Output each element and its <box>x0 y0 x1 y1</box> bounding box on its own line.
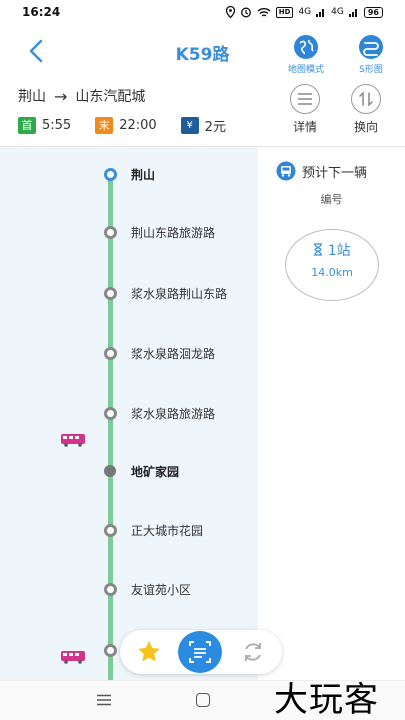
first-bus-tag: 首 <box>18 117 36 134</box>
floating-action-bar <box>120 630 282 674</box>
arrow-right-icon: → <box>54 86 68 106</box>
last-bus-value: 22:00 <box>119 118 157 133</box>
service-times: 首 5:55 末 22:00 ¥ 2元 <box>18 116 250 135</box>
reverse-button[interactable]: 换向 <box>341 84 391 135</box>
eta-stations-value: 1站 <box>327 243 351 259</box>
eta-circle: 1站 14.0km <box>285 229 379 301</box>
scan-icon <box>189 641 211 663</box>
stop-list[interactable]: 荆山 荆山东路旅游路 浆水泉路荆山东路 浆水泉路洄龙路 浆水泉路旅游路 地矿家园 <box>0 147 258 681</box>
status-bar: 16:24 HD 4G 4G 96 <box>0 0 405 26</box>
bus-icon[interactable] <box>60 650 86 664</box>
stop-name: 地矿家园 <box>131 465 180 479</box>
stop-dot <box>104 524 117 537</box>
bus-circle-icon <box>276 161 296 181</box>
route-to: 山东汽配城 <box>75 89 146 105</box>
star-icon <box>138 641 160 662</box>
first-bus-value: 5:55 <box>42 118 72 133</box>
eta-distance: 14.0km <box>311 266 353 279</box>
stop-item[interactable]: 荆山东路旅游路 <box>0 223 258 243</box>
signal-1-label: 4G <box>298 7 312 17</box>
stop-name: 荆山 <box>131 168 156 182</box>
detail-button[interactable]: 详情 <box>280 84 330 135</box>
eta-stations: 1站 <box>286 240 378 260</box>
stop-dot <box>104 583 117 596</box>
stop-dot <box>104 226 117 239</box>
map-mode-button[interactable]: 地图模式 <box>276 34 336 75</box>
signal-1-icon <box>316 9 325 17</box>
list-icon <box>290 84 320 114</box>
status-icons: HD 4G 4G 96 <box>225 5 383 19</box>
stop-dot <box>104 287 117 300</box>
route-line <box>108 169 113 681</box>
stop-name: 浆水泉路荆山东路 <box>131 287 228 301</box>
stop-dot <box>104 168 117 181</box>
stop-name: 荆山东路旅游路 <box>131 226 216 240</box>
last-bus-tag: 末 <box>95 117 114 134</box>
hourglass-icon <box>314 243 323 256</box>
hd-badge: HD <box>275 6 294 18</box>
next-bus-header: 预计下一辆 <box>276 161 367 181</box>
stop-list-area: 荆山 荆山东路旅游路 浆水泉路荆山东路 浆水泉路洄龙路 浆水泉路旅游路 地矿家园 <box>0 146 405 681</box>
next-bus-number-label: 编号 <box>320 193 343 206</box>
location-icon <box>225 6 235 18</box>
stop-name: 正大城市花园 <box>131 524 204 538</box>
alarm-icon <box>240 7 251 18</box>
status-time: 16:24 <box>22 5 61 19</box>
swap-icon <box>351 84 381 114</box>
map-mode-label: 地图模式 <box>287 65 324 75</box>
route-direction: 荆山 → 山东汽配城 <box>18 86 145 106</box>
fare: ¥ 2元 <box>180 116 226 135</box>
refresh-button[interactable] <box>240 639 266 665</box>
reverse-label: 换向 <box>353 120 378 134</box>
top-header: K59路 地图模式 S形图 <box>0 26 405 78</box>
fare-icon: ¥ <box>180 117 199 134</box>
stop-item[interactable]: 友谊苑小区 <box>0 580 258 600</box>
first-bus-time: 首 5:55 <box>18 117 71 134</box>
stop-name: 浆水泉路旅游路 <box>131 407 216 421</box>
scan-button[interactable] <box>178 631 222 673</box>
home-nav-button[interactable] <box>196 693 210 707</box>
stop-name: 浆水泉路洄龙路 <box>131 347 216 361</box>
watermark: 大玩客 <box>274 680 379 720</box>
menu-icon <box>97 694 111 706</box>
globe-icon <box>294 35 318 59</box>
next-bus-panel: 预计下一辆 编号 1站 14.0km <box>258 147 405 681</box>
stop-dot <box>104 407 117 420</box>
bus-icon[interactable] <box>60 433 86 447</box>
stop-dot <box>104 644 117 657</box>
s-map-label: S形图 <box>359 65 383 75</box>
fare-value: 2元 <box>204 120 226 135</box>
s-route-icon <box>359 35 383 59</box>
stop-name: 友谊苑小区 <box>131 583 192 597</box>
stop-item[interactable]: 荆山 <box>0 165 258 185</box>
menu-nav-button[interactable] <box>96 694 112 706</box>
signal-2-label: 4G <box>331 7 344 17</box>
stop-item[interactable]: 浆水泉路洄龙路 <box>0 344 258 364</box>
next-bus-title: 预计下一辆 <box>302 165 368 181</box>
wifi-icon <box>257 7 271 17</box>
s-map-button[interactable]: S形图 <box>341 34 401 75</box>
stop-dot <box>104 465 116 477</box>
last-bus-time: 末 22:00 <box>95 117 157 134</box>
stop-dot <box>104 347 117 360</box>
refresh-icon <box>245 643 261 661</box>
signal-2-icon <box>348 9 357 17</box>
stop-item[interactable]: 地矿家园 <box>0 462 258 482</box>
stop-item[interactable]: 正大城市花园 <box>0 521 258 541</box>
stop-item[interactable]: 浆水泉路荆山东路 <box>0 284 258 304</box>
detail-label: 详情 <box>292 120 317 134</box>
route-from: 荆山 <box>18 89 46 105</box>
stop-item[interactable]: 浆水泉路旅游路 <box>0 404 258 424</box>
battery-icon: 96 <box>363 6 383 18</box>
favorite-button[interactable] <box>136 639 162 665</box>
